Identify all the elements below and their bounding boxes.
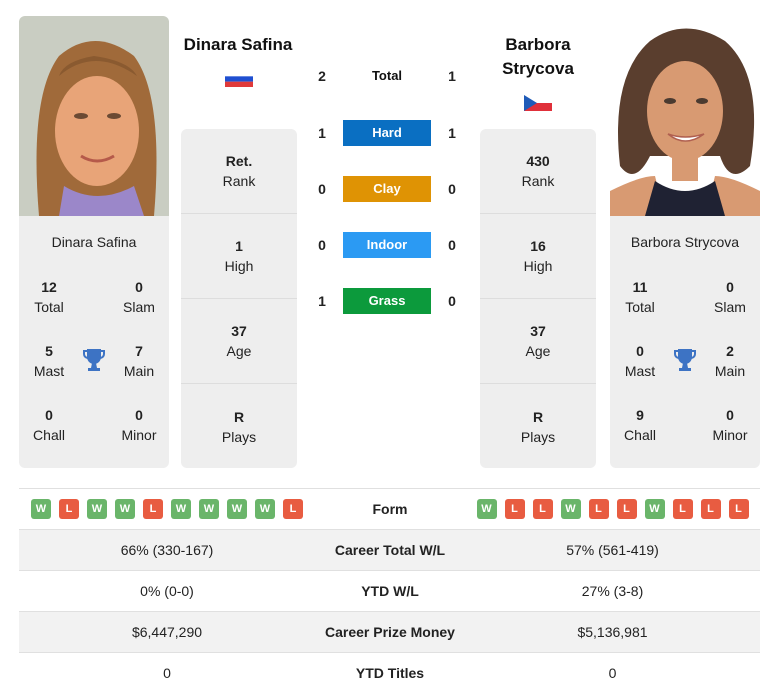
player1-slam-titles: 0 Slam [123,279,155,315]
trophy-icon [674,347,696,373]
h2h-total-p1: 2 [318,68,326,84]
player2-name-link[interactable]: Barbora Strycova [475,33,601,81]
form-win-badge: W [31,499,51,519]
form-win-badge: W [171,499,191,519]
player1-rank: Ret. Rank [181,129,297,214]
player2-high: 16 High [480,214,596,299]
form-win-badge: W [199,499,219,519]
row-label: Career Prize Money [325,624,455,640]
surface-hard-badge: Hard [343,120,431,146]
player1-ytd-wl: 0% (0-0) [140,583,194,599]
player1-minor-titles: 0 Minor [121,407,157,443]
form-win-badge: W [476,499,497,519]
row-label: YTD Titles [355,665,425,681]
h2h-hard-row: 1 Hard 1 [310,120,465,146]
table-row: 66% (330-167) Career Total W/L 57% (561-… [19,529,760,570]
h2h-clay-p1: 0 [318,181,326,197]
player2-prize-money: $5,136,981 [577,624,648,640]
h2h-indoor-row: 0 Indoor 0 [310,232,465,258]
h2h-hard-p1: 1 [318,125,326,141]
player1-challenger-titles: 0 Chall [33,407,65,443]
russia-flag-icon [225,71,253,87]
player1-name-link[interactable]: Dinara Safina [175,33,301,57]
h2h-total-label: Total [371,68,403,83]
player1-prize-money: $6,447,290 [131,624,203,640]
player1-photo [19,16,169,216]
comparison-table: WLWWLWWWWL Form WLLWLLWLLL 66% (330-167)… [19,488,760,693]
form-loss-badge: L [728,499,749,519]
player2-stats-column: 430 Rank 16 High 37 Age R Plays [480,129,596,468]
player1-main-titles: 7 Main [123,343,155,379]
player2-ytd-titles: 0 [608,665,617,681]
surface-grass-badge: Grass [343,288,431,314]
h2h-indoor-p1: 0 [318,237,326,253]
form-loss-badge: L [588,499,609,519]
player1-titles-card: Dinara Safina 12 Total 0 Slam 5 Mast 7 Main … [19,216,169,468]
player2-slam-titles: 0 Slam [714,279,746,315]
player1-ytd-titles: 0 [163,665,171,681]
form-loss-badge: L [700,499,721,519]
player2-rank: 430 Rank [480,129,596,214]
player1-form: WLWWLWWWWL [19,499,315,519]
form-loss-badge: L [672,499,693,519]
surface-indoor-badge: Indoor [343,232,431,258]
player2-minor-titles: 0 Minor [712,407,748,443]
form-win-badge: W [227,499,247,519]
player2-total-titles: 11 Total [625,279,655,315]
form-loss-badge: L [532,499,553,519]
h2h-clay-p2: 0 [448,181,456,197]
player2-career-wl: 57% (561-419) [566,542,659,558]
trophy-icon [83,347,105,373]
h2h-grass-p2: 0 [448,293,456,309]
player2-challenger-titles: 9 Chall [624,407,656,443]
player1-high: 1 High [181,214,297,299]
form-win-badge: W [87,499,107,519]
row-label: YTD W/L [361,583,419,599]
form-label: Form [372,501,408,517]
form-win-badge: W [644,499,665,519]
player2-titles-card: Barbora Strycova 11 Total 0 Slam 0 Mast 2 Ma… [610,216,760,468]
player2-card-name: Barbora Strycova [630,234,740,250]
h2h-hard-p2: 1 [448,125,456,141]
player1-card-name: Dinara Safina [51,234,137,250]
table-row: $6,447,290 Career Prize Money $5,136,981 [19,611,760,652]
player1-career-wl: 66% (330-167) [120,542,214,558]
form-win-badge: W [115,499,135,519]
player2-form: WLLWLLWLLL [465,499,760,519]
form-loss-badge: L [143,499,163,519]
player2-plays: R Plays [520,408,556,445]
form-loss-badge: L [59,499,79,519]
player2-ytd-wl: 27% (3-8) [581,583,644,599]
form-loss-badge: L [616,499,637,519]
table-row: 0% (0-0) YTD W/L 27% (3-8) [19,570,760,611]
player2-main-titles: 2 Main [714,343,746,379]
player1-plays: R Plays [221,408,257,445]
player1-total-titles: 12 Total [34,279,64,315]
player1-masters-titles: 5 Mast [33,343,65,379]
player1-stats-column: Ret. Rank 1 High 37 Age R Plays [181,129,297,468]
form-win-badge: W [255,499,275,519]
czech-flag-icon [524,95,552,111]
h2h-clay-row: 0 Clay 0 [310,176,465,202]
row-label: Career Total W/L [334,542,446,558]
form-loss-badge: L [283,499,303,519]
h2h-grass-row: 1 Grass 0 [310,288,465,314]
player2-masters-titles: 0 Mast [624,343,656,379]
h2h-indoor-p2: 0 [448,237,456,253]
form-row: WLWWLWWWWL Form WLLWLLWLLL [19,488,760,529]
h2h-grass-p1: 1 [318,293,326,309]
h2h-total-p2: 1 [448,68,456,84]
form-win-badge: W [560,499,581,519]
table-row: 0 YTD Titles 0 [19,652,760,693]
form-loss-badge: L [504,499,525,519]
player2-photo [610,16,760,216]
surface-clay-badge: Clay [343,176,431,202]
player2-age: 37 Age [480,299,596,384]
player1-age: 37 Age [181,299,297,384]
h2h-total-row: 2 Total 1 [310,63,465,89]
